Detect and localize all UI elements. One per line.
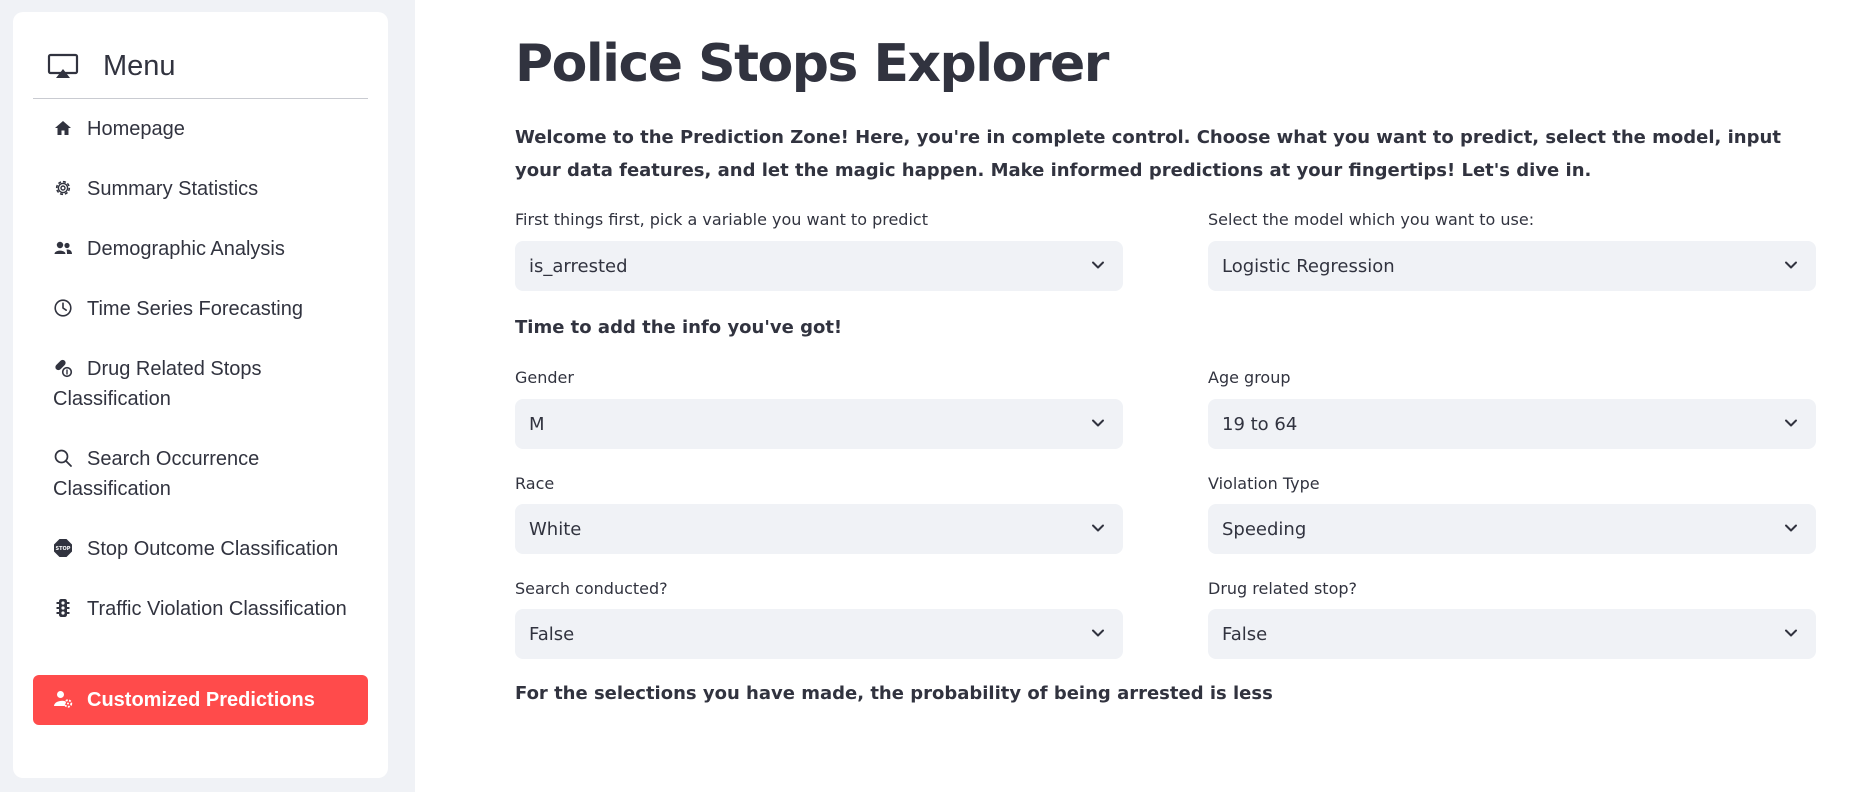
house-icon	[55, 121, 71, 135]
sidebar-item-label: Homepage	[87, 118, 185, 140]
race-select[interactable]: White	[515, 504, 1123, 554]
violation-type-label: Violation Type	[1208, 474, 1320, 493]
chevron-down-icon	[1785, 629, 1797, 637]
info-heading: Time to add the info you've got!	[515, 317, 843, 338]
people-icon	[54, 241, 72, 254]
cast-icon	[47, 53, 79, 78]
menu-header: Menu	[33, 34, 368, 99]
target-variable-select[interactable]: is_arrested	[515, 241, 1123, 291]
sidebar-item-label: Customized Predictions	[87, 689, 315, 711]
sidebar-item-summary-statistics[interactable]: Summary Statistics	[33, 174, 368, 204]
sidebar-item-time-series-forecasting[interactable]: Time Series Forecasting	[33, 294, 368, 324]
select-value: White	[529, 518, 582, 540]
page-title: Police Stops Explorer	[515, 34, 1109, 94]
sidebar: Menu Homepage Summary Statistics Demogra…	[0, 0, 415, 792]
age-group-label: Age group	[1208, 368, 1291, 387]
intro-text: Welcome to the Prediction Zone! Here, yo…	[515, 127, 1781, 181]
menu-title: Menu	[103, 50, 176, 82]
select-value: 19 to 64	[1222, 413, 1298, 435]
stop-sign-icon: STOP	[54, 539, 72, 557]
chevron-down-icon	[1785, 524, 1797, 532]
sidebar-item-homepage[interactable]: Homepage	[33, 114, 368, 144]
select-value: M	[529, 413, 545, 435]
traffic-light-icon	[56, 599, 70, 617]
gear-icon	[55, 180, 71, 196]
chevron-down-icon	[1092, 419, 1104, 427]
sidebar-item-label: Drug Related Stops Classification	[53, 358, 262, 410]
prediction-result: For the selections you have made, the pr…	[515, 683, 1273, 704]
race-label: Race	[515, 474, 555, 493]
person-gear-icon	[54, 691, 73, 708]
sidebar-item-search-occurrence[interactable]: Search Occurrence Classification	[33, 444, 368, 504]
target-variable-label: First things first, pick a variable you …	[515, 210, 928, 229]
chevron-down-icon	[1092, 629, 1104, 637]
model-select[interactable]: Logistic Regression	[1208, 241, 1816, 291]
gender-label: Gender	[515, 368, 574, 387]
chevron-down-icon	[1092, 524, 1104, 532]
model-label: Select the model which you want to use:	[1208, 210, 1535, 229]
menu-card: Menu Homepage Summary Statistics Demogra…	[13, 12, 388, 778]
select-value: Speeding	[1222, 518, 1307, 540]
sidebar-item-customized-predictions[interactable]: Customized Predictions	[33, 675, 368, 725]
sidebar-item-label: Summary Statistics	[87, 178, 259, 200]
sidebar-item-demographic-analysis[interactable]: Demographic Analysis	[33, 234, 368, 264]
sidebar-item-traffic-violation[interactable]: Traffic Violation Classification	[33, 594, 368, 624]
sidebar-item-label: Stop Outcome Classification	[87, 538, 339, 560]
sidebar-item-label: Search Occurrence Classification	[53, 448, 260, 500]
chevron-down-icon	[1092, 261, 1104, 269]
capsule-icon	[55, 359, 73, 378]
select-value: False	[529, 623, 575, 645]
age-group-select[interactable]: 19 to 64	[1208, 399, 1816, 449]
search-conducted-select[interactable]: False	[515, 609, 1123, 659]
sidebar-item-label: Demographic Analysis	[87, 238, 285, 260]
sidebar-item-label: Traffic Violation Classification	[87, 598, 347, 620]
sidebar-item-stop-outcome[interactable]: STOP Stop Outcome Classification	[33, 534, 368, 564]
drug-related-select[interactable]: False	[1208, 609, 1816, 659]
drug-related-label: Drug related stop?	[1208, 579, 1358, 598]
select-value: Logistic Regression	[1222, 255, 1395, 277]
svg-text:STOP: STOP	[56, 546, 71, 552]
main-content: Police Stops Explorer Welcome to the Pre…	[415, 0, 1875, 792]
search-icon	[54, 449, 72, 467]
search-conducted-label: Search conducted?	[515, 579, 668, 598]
gender-select[interactable]: M	[515, 399, 1123, 449]
sidebar-item-drug-related-stops[interactable]: Drug Related Stops Classification	[33, 354, 368, 414]
clock-icon	[54, 299, 72, 317]
chevron-down-icon	[1785, 419, 1797, 427]
violation-type-select[interactable]: Speeding	[1208, 504, 1816, 554]
select-value: is_arrested	[529, 255, 628, 277]
sidebar-item-label: Time Series Forecasting	[87, 298, 303, 320]
select-value: False	[1222, 623, 1268, 645]
chevron-down-icon	[1785, 261, 1797, 269]
